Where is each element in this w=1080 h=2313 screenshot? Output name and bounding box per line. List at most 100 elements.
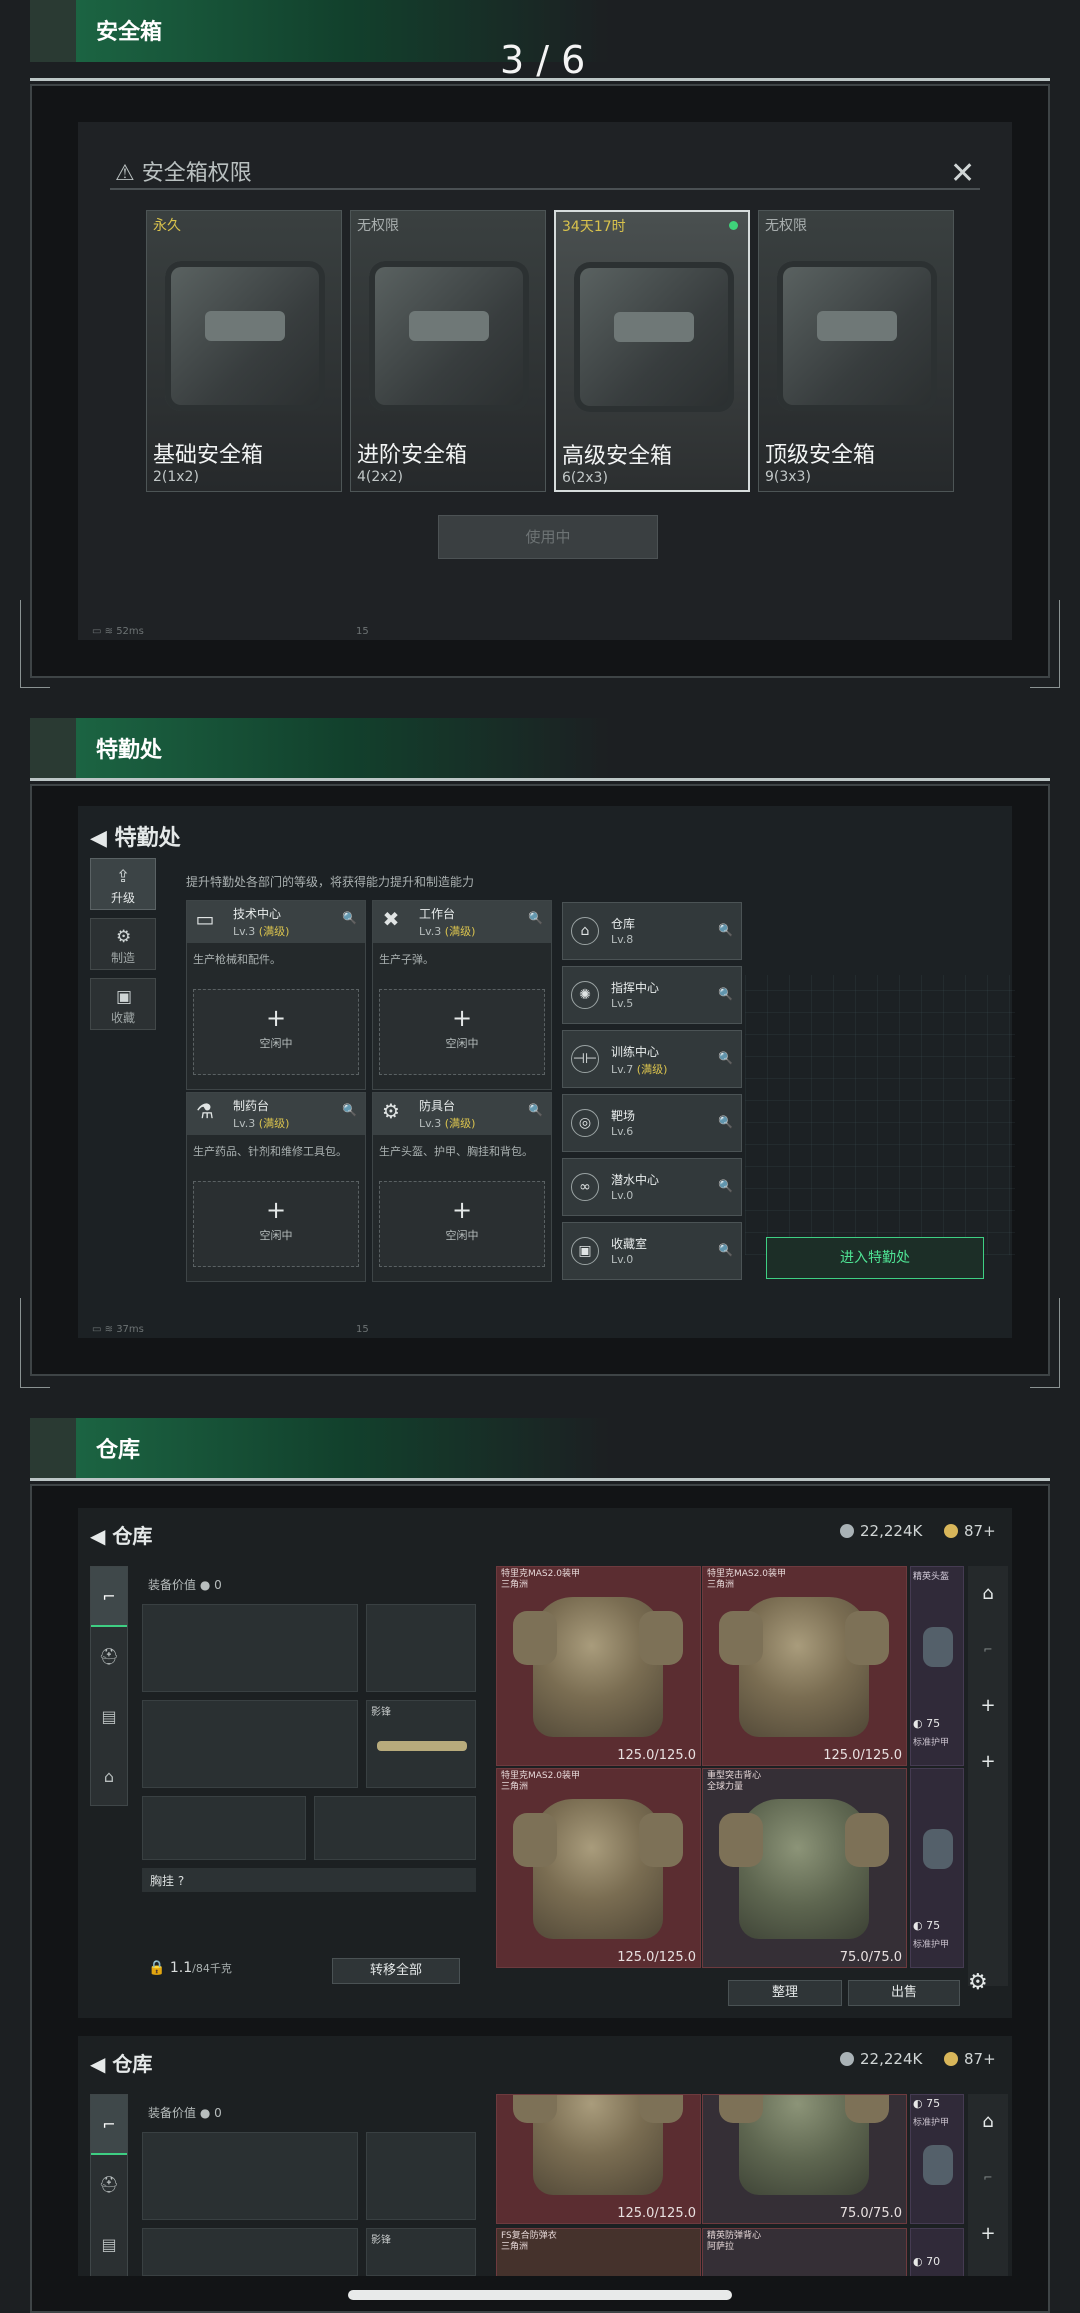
plus-icon[interactable]: + [968, 1678, 1008, 1734]
safebox-image [369, 261, 529, 411]
helmet-item[interactable]: ◐ 75 标准护甲 [910, 2094, 964, 2224]
room-shooting-range[interactable]: ◎ 靶场 Lv.6 🔍 [562, 1094, 742, 1152]
chest-rig-slot[interactable]: 胸挂 ? [142, 1868, 476, 1892]
weapon-icon[interactable]: ⌐ [968, 2150, 1008, 2206]
weapon-icon[interactable]: ⌐ [968, 1622, 1008, 1678]
search-icon[interactable]: 🔍 [718, 1179, 733, 1193]
pistol-slot[interactable] [366, 1604, 476, 1692]
card-tag: 无权限 [357, 218, 399, 234]
side-tab-craft[interactable]: ⚙ 制造 [90, 918, 156, 970]
facility-armor-bench[interactable]: ⚙ 防具台 Lv.3 (满级) 🔍 生产头盔、护甲、胸挂和背包。 + 空闲中 [372, 1092, 552, 1282]
card-size: 4(2x2) [357, 469, 403, 485]
idle-slot[interactable]: + 空闲中 [193, 989, 359, 1075]
home-indicator[interactable] [348, 2290, 732, 2300]
search-icon[interactable]: 🔍 [528, 1103, 543, 1117]
warehouse-screenshot-2: ◀ 仓库 22,224K 87+ ⌐ ⛑ ▤ 装备价值 ● 0 影锋 125.0… [78, 2036, 1012, 2276]
currency-gold: 87+ [944, 2050, 996, 2068]
helmet-tab-icon[interactable]: ⛑ [91, 1627, 127, 1687]
search-icon[interactable]: 🔍 [718, 1115, 733, 1129]
safebox-card-top[interactable]: 无权限 顶级安全箱 9(3x3) [758, 210, 954, 492]
page-title[interactable]: ◀ 仓库 [90, 1520, 152, 1549]
safebox-image [777, 261, 937, 411]
room-command-center[interactable]: ✺ 指挥中心 Lv.5 🔍 [562, 966, 742, 1024]
search-icon[interactable]: 🔍 [718, 1243, 733, 1257]
search-icon[interactable]: 🔍 [718, 1051, 733, 1065]
inventory-item[interactable]: 精英防弹背心 阿萨拉 [702, 2228, 907, 2276]
gear-icon[interactable]: ⚙ [968, 1970, 988, 1995]
facility-workbench[interactable]: ✖ 工作台 Lv.3 (满级) 🔍 生产子弹。 + 空闲中 [372, 900, 552, 1090]
weapon-tab-icon[interactable]: ⌐ [91, 1567, 127, 1627]
helmet-item[interactable]: 精英头盔 ◐ 75 标准护甲 [910, 1566, 964, 1766]
secondary-weapon-slot[interactable] [142, 2228, 358, 2276]
plus-icon[interactable]: + [968, 2206, 1008, 2262]
side-tab-upgrade[interactable]: ⇪ 升级 [90, 858, 156, 910]
inventory-item[interactable]: 特里克MAS2.0装甲 三角洲 125.0/125.0 [702, 1566, 907, 1766]
melee-slot[interactable]: 影锋 [366, 1700, 476, 1788]
sell-button[interactable]: 出售 [848, 1980, 960, 2006]
warehouse-icon[interactable]: ⌂ [968, 1566, 1008, 1622]
search-icon[interactable]: 🔍 [718, 987, 733, 1001]
primary-weapon-slot[interactable] [142, 2132, 358, 2220]
gear-icon: ⚙ [116, 927, 132, 947]
close-icon[interactable]: ✕ [950, 156, 975, 191]
primary-weapon-slot[interactable] [142, 1604, 358, 1692]
plus-icon[interactable]: + [968, 1734, 1008, 1790]
search-icon[interactable]: 🔍 [528, 911, 543, 925]
command-icon: ✺ [571, 981, 599, 1009]
card-tag: 永久 [153, 218, 181, 234]
status-bar: ▭ ≋ 37ms [92, 1324, 144, 1335]
helmet-slot[interactable] [142, 1796, 306, 1860]
room-warehouse[interactable]: ⌂ 仓库 Lv.8 🔍 [562, 902, 742, 960]
in-use-button[interactable]: 使用中 [438, 515, 658, 559]
helmet-item[interactable]: ◐ 75 标准护甲 [910, 1768, 964, 1968]
monitor-icon: ▭ [195, 907, 215, 931]
idle-slot[interactable]: + 空闲中 [379, 989, 545, 1075]
search-icon[interactable]: 🔍 [342, 911, 357, 925]
room-training-center[interactable]: ⊣⊢ 训练中心 Lv.7 (满级) 🔍 [562, 1030, 742, 1088]
search-icon[interactable]: 🔍 [342, 1103, 357, 1117]
room-diving-center[interactable]: ∞ 潜水中心 Lv.0 🔍 [562, 1158, 742, 1216]
warehouse-icon[interactable]: ⌂ [968, 2094, 1008, 2150]
transfer-all-button[interactable]: 转移全部 [332, 1958, 460, 1984]
safebox-card-senior[interactable]: 34天17时 高级安全箱 6(2x3) [554, 210, 750, 492]
enter-special-ops-button[interactable]: 进入特勤处 [766, 1237, 984, 1279]
page-title[interactable]: ◀ 仓库 [90, 2048, 152, 2077]
secondary-weapon-slot[interactable] [142, 1700, 358, 1788]
weapon-tab-icon[interactable]: ⌐ [91, 2095, 127, 2155]
search-icon[interactable]: 🔍 [718, 923, 733, 937]
card-tag: 34天17时 [562, 219, 626, 235]
currency-coins: 22,224K [840, 1522, 922, 1540]
page-indicator: 3 / 6 [500, 38, 586, 82]
status-num: 15 [356, 1324, 369, 1335]
plus-icon: + [265, 1196, 287, 1224]
screen: 安全箱 3 / 6 ⚠ 安全箱权限 ✕ 永久 基础安全箱 2(1x2) 无权限 … [0, 0, 1080, 2313]
idle-slot[interactable]: + 空闲中 [193, 1181, 359, 1267]
armor-slot[interactable] [314, 1796, 476, 1860]
bag-tab-icon[interactable]: ⌂ [91, 1747, 127, 1807]
vest-tab-icon[interactable]: ▤ [91, 2215, 127, 2275]
helmet-tab-icon[interactable]: ⛑ [91, 2155, 127, 2215]
facility-pharmacy[interactable]: ⚗ 制药台 Lv.3 (满级) 🔍 生产药品、针剂和维修工具包。 + 空闲中 [186, 1092, 366, 1282]
idle-slot[interactable]: + 空闲中 [379, 1181, 545, 1267]
inventory-item[interactable]: FS复合防弹衣 三角洲 [496, 2228, 701, 2276]
pistol-slot[interactable] [366, 2132, 476, 2220]
side-tab-collection[interactable]: ▣ 收藏 [90, 978, 156, 1030]
inventory-item[interactable]: 特里克MAS2.0装甲 三角洲 125.0/125.0 [496, 1566, 701, 1766]
safebox-card-basic[interactable]: 永久 基础安全箱 2(1x2) [146, 210, 342, 492]
upgrade-icon: ⇪ [116, 867, 131, 887]
inventory-item[interactable]: 75.0/75.0 [702, 2094, 907, 2224]
inventory-item[interactable]: 125.0/125.0 [496, 2094, 701, 2224]
section-title: 仓库 [96, 1438, 141, 1463]
gold-icon [944, 2052, 958, 2066]
safebox-card-advanced[interactable]: 无权限 进阶安全箱 4(2x2) [350, 210, 546, 492]
inventory-item[interactable]: 特里克MAS2.0装甲 三角洲 125.0/125.0 [496, 1768, 701, 1968]
section-title: 特勤处 [96, 738, 163, 763]
coin-icon [840, 2052, 854, 2066]
vest-tab-icon[interactable]: ▤ [91, 1687, 127, 1747]
room-collection[interactable]: ▣ 收藏室 Lv.0 🔍 [562, 1222, 742, 1280]
facility-tech-center[interactable]: ▭ 技术中心 Lv.3 (满级) 🔍 生产枪械和配件。 + 空闲中 [186, 900, 366, 1090]
helmet-item[interactable]: ◐ 70 [910, 2228, 964, 2276]
inventory-item[interactable]: 重型突击背心 全球力量 75.0/75.0 [702, 1768, 907, 1968]
sort-button[interactable]: 整理 [728, 1980, 842, 2006]
melee-slot[interactable]: 影锋 [366, 2228, 476, 2276]
